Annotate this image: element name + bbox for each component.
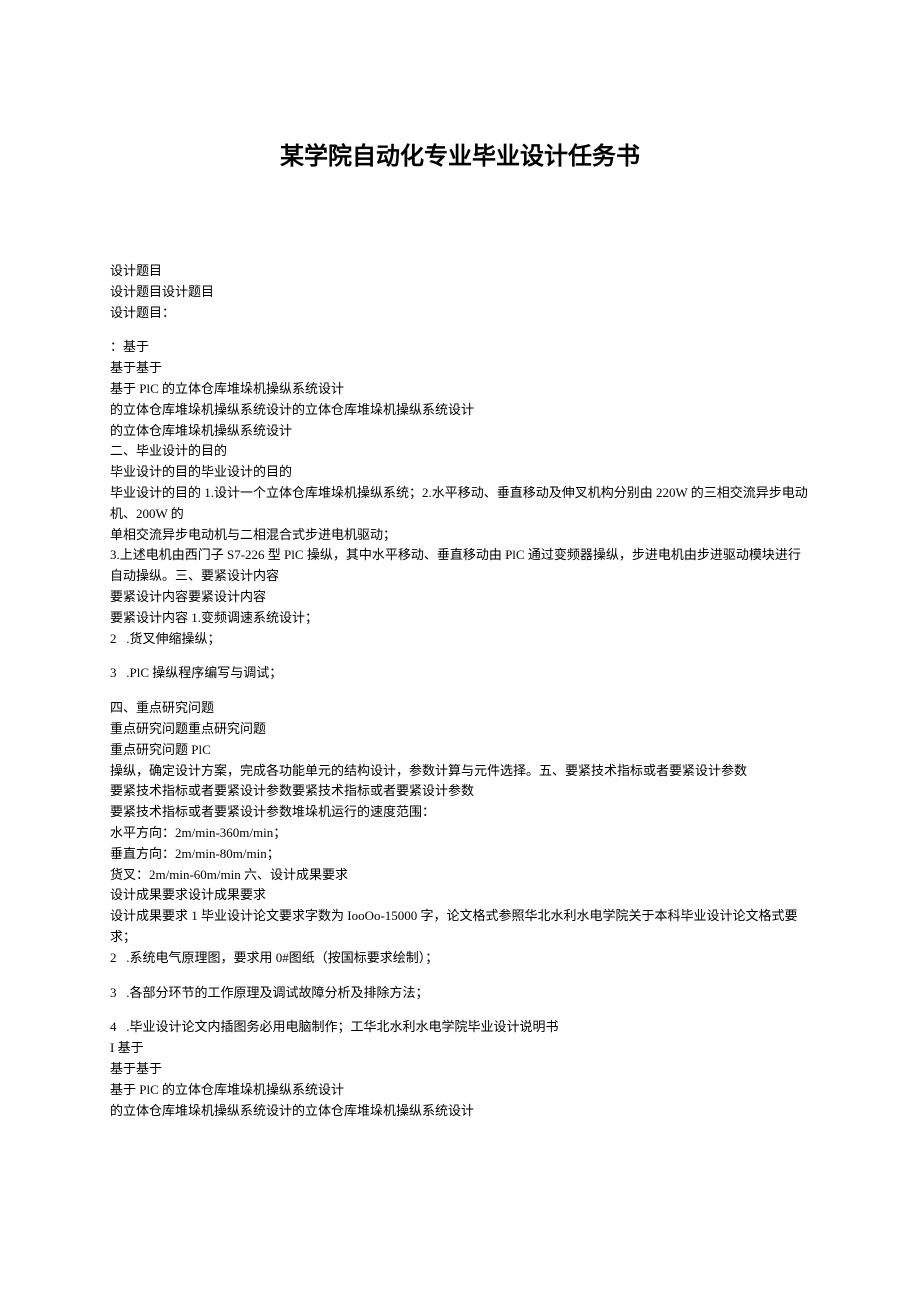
body-line: 水平方向：2m/min-360m/min； — [110, 823, 810, 844]
body-line: 3 .PlC 操纵程序编写与调试； — [110, 663, 810, 684]
body-line: 设计题目设计题目 — [110, 282, 810, 303]
body-line: 的立体仓库堆垛机操纵系统设计 — [110, 421, 810, 442]
body-line: 基于基于 — [110, 1059, 810, 1080]
blank-line — [110, 684, 810, 698]
body-line: 设计成果要求设计成果要求 — [110, 885, 810, 906]
body-line: 设计题目： — [110, 303, 810, 324]
blank-line — [110, 969, 810, 983]
body-line: 4 .毕业设计论文内插图务必用电脑制作；工华北水利水电学院毕业设计说明书 — [110, 1017, 810, 1038]
blank-line — [110, 1003, 810, 1017]
body-line: 3 .各部分环节的工作原理及调试故障分析及排除方法； — [110, 983, 810, 1004]
body-line: 操纵，确定设计方案，完成各功能单元的结构设计，参数计算与元件选择。五、要紧技术指… — [110, 761, 810, 782]
body-line: 基于 PlC 的立体仓库堆垛机操纵系统设计 — [110, 1080, 810, 1101]
body-line: 要紧设计内容要紧设计内容 — [110, 587, 810, 608]
body-line: 的立体仓库堆垛机操纵系统设计的立体仓库堆垛机操纵系统设计 — [110, 400, 810, 421]
body-line: 四、重点研究问题 — [110, 698, 810, 719]
body-line: 毕业设计的目的 1.设计一个立体仓库堆垛机操纵系统；2.水平移动、垂直移动及伸叉… — [110, 483, 810, 525]
body-line: 垂直方向：2m/min-80m/min； — [110, 844, 810, 865]
document-page: 某学院自动化专业毕业设计任务书 设计题目设计题目设计题目设计题目：：基于基于基于… — [0, 0, 920, 1201]
body-line: 基于 PlC 的立体仓库堆垛机操纵系统设计 — [110, 379, 810, 400]
blank-line — [110, 649, 810, 663]
body-line: 的立体仓库堆垛机操纵系统设计的立体仓库堆垛机操纵系统设计 — [110, 1101, 810, 1122]
body-line: 重点研究问题重点研究问题 — [110, 719, 810, 740]
body-line: 毕业设计的目的毕业设计的目的 — [110, 462, 810, 483]
body-line: 货叉：2m/min-60m/min 六、设计成果要求 — [110, 865, 810, 886]
body-line: 基于基于 — [110, 358, 810, 379]
body-line: 要紧技术指标或者要紧设计参数要紧技术指标或者要紧设计参数 — [110, 781, 810, 802]
body-line: 设计成果要求 1 毕业设计论文要求字数为 IooOo-15000 字，论文格式参… — [110, 906, 810, 948]
body-line: 要紧技术指标或者要紧设计参数堆垛机运行的速度范围： — [110, 802, 810, 823]
body-line: 2 .系统电气原理图，要求用 0#图纸（按国标要求绘制）； — [110, 948, 810, 969]
body-line: 3.上述电机由西门子 S7-226 型 PlC 操纵，其中水平移动、垂直移动由 … — [110, 545, 810, 587]
blank-line — [110, 323, 810, 337]
body-line: 要紧设计内容 1.变频调速系统设计； — [110, 608, 810, 629]
body-line: 单相交流异步电动机与二相混合式步进电机驱动； — [110, 525, 810, 546]
body-line: I 基于 — [110, 1038, 810, 1059]
body-line: 重点研究问题 PlC — [110, 740, 810, 761]
document-title: 某学院自动化专业毕业设计任务书 — [110, 136, 810, 171]
document-body: 设计题目设计题目设计题目设计题目：：基于基于基于基于 PlC 的立体仓库堆垛机操… — [110, 261, 810, 1121]
body-line: ：基于 — [110, 337, 810, 358]
body-line: 2 .货叉伸缩操纵； — [110, 629, 810, 650]
body-line: 设计题目 — [110, 261, 810, 282]
body-line: 二、毕业设计的目的 — [110, 441, 810, 462]
